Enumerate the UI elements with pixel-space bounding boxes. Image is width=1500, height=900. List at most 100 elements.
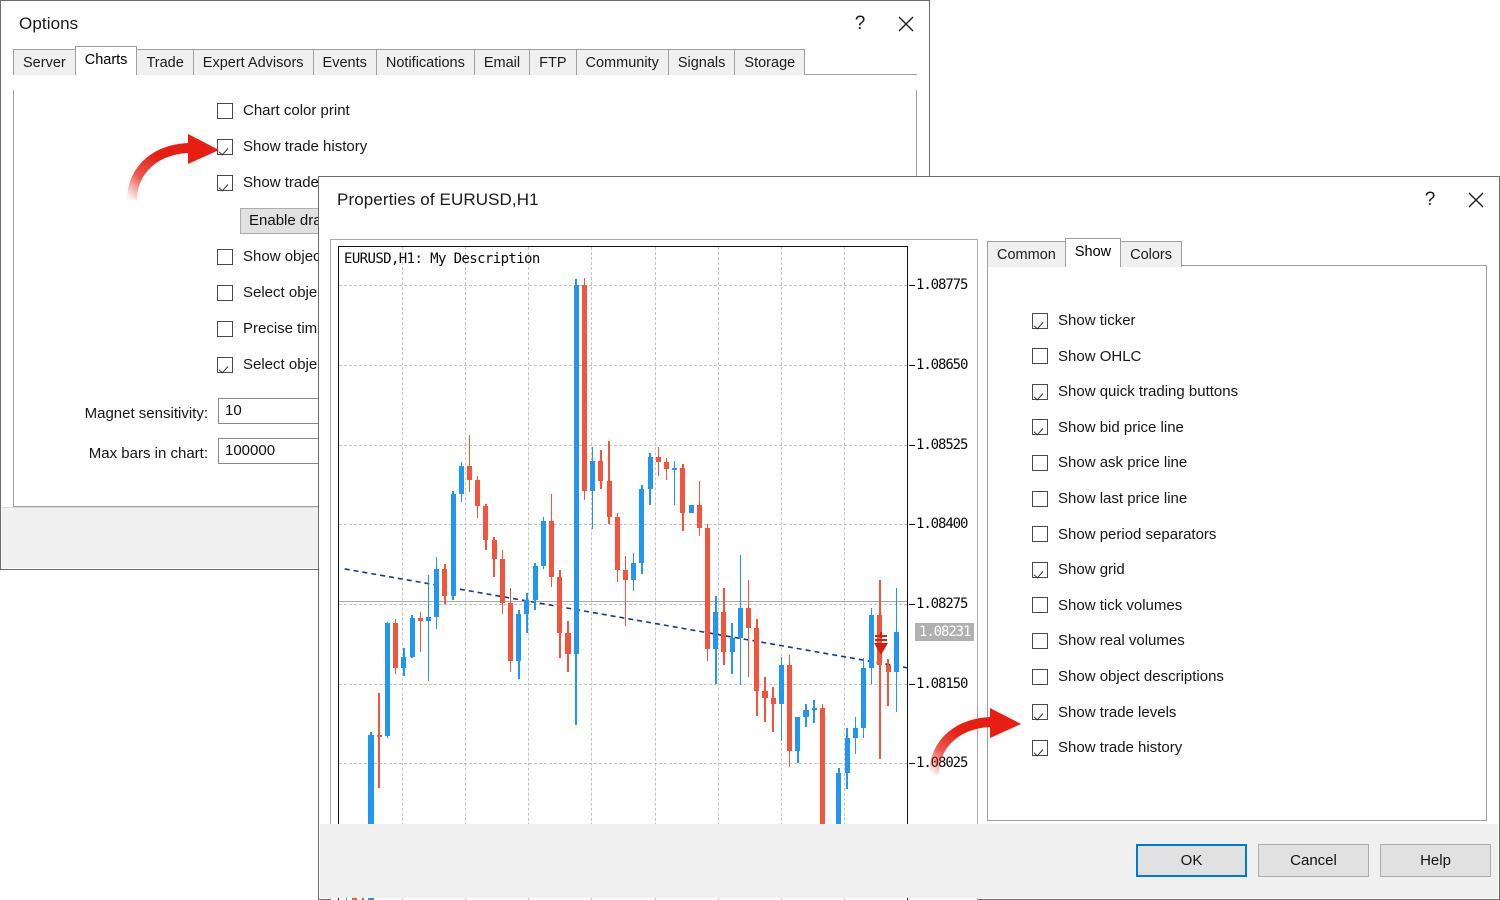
checkbox-label: Show quick trading buttons: [1058, 383, 1238, 400]
tab-label: Storage: [744, 55, 795, 71]
candle-body: [886, 665, 891, 673]
tab-label: Show: [1075, 244, 1111, 260]
tab-label: Colors: [1130, 247, 1172, 263]
checkbox-box[interactable]: [1032, 740, 1048, 756]
checkbox-label: Show ticker: [1058, 312, 1136, 329]
checkbox-box[interactable]: [217, 357, 233, 373]
checkbox-box[interactable]: [1032, 419, 1048, 435]
tab-storage[interactable]: Storage: [734, 49, 805, 75]
candle-body: [549, 521, 554, 576]
options-titlebar: Options ?: [1, 1, 929, 47]
checkbox-show-tick-volumes[interactable]: Show tick volumes: [1032, 597, 1182, 614]
checkbox-box[interactable]: [217, 321, 233, 337]
checkbox-show-real-volumes[interactable]: Show real volumes: [1032, 632, 1185, 649]
options-tabstrip[interactable]: ServerChartsTradeExpert Advisors Events No…: [1, 47, 929, 75]
checkbox-box[interactable]: [1032, 455, 1048, 471]
candle-wick: [879, 580, 881, 759]
tab-server[interactable]: Server: [13, 49, 76, 75]
checkbox-show-ohlc[interactable]: Show OHLC: [1032, 348, 1141, 365]
tab-show[interactable]: Show: [1065, 238, 1121, 267]
checkbox-box[interactable]: [1032, 597, 1048, 613]
candle-wick: [772, 687, 774, 732]
candle-body: [705, 528, 710, 649]
properties-dialog: Properties of EURUSD,H1 ? EURUSD,H1: My …: [318, 176, 1500, 900]
checkbox-show-bid-price-line[interactable]: Show bid price line: [1032, 419, 1184, 436]
candle-body: [664, 462, 669, 470]
help-icon[interactable]: ?: [837, 2, 883, 46]
tab-community[interactable]: Community: [576, 49, 669, 75]
checkbox-box[interactable]: [1032, 669, 1048, 685]
checkbox-show-last-price-line[interactable]: Show last price line: [1032, 490, 1187, 507]
checkbox-show-grid[interactable]: Show grid: [1032, 561, 1125, 578]
checkbox-show-trade-history[interactable]: Show trade history: [217, 138, 367, 155]
candle-body: [541, 521, 546, 566]
checkbox-label: Show trade history: [243, 138, 367, 155]
candle-body: [771, 698, 776, 704]
checkbox-box[interactable]: [1032, 348, 1048, 364]
checkbox-show-trade-levels[interactable]: Show trade levels: [1032, 704, 1176, 721]
help-icon[interactable]: ?: [1407, 178, 1453, 222]
chart-plot-area[interactable]: EURUSD,H1: My Description: [338, 246, 908, 900]
price-axis-label: 1.08525: [916, 437, 967, 453]
checkbox-label: Show trade history: [1058, 739, 1182, 756]
candle-body: [779, 665, 784, 705]
checkbox-box[interactable]: [217, 175, 233, 191]
tab-expert-advisors[interactable]: Expert Advisors: [193, 49, 314, 75]
checkbox-show-object-descriptions[interactable]: Show object descriptions: [1032, 668, 1224, 685]
checkbox-box[interactable]: [1032, 562, 1048, 578]
tab-colors[interactable]: Colors: [1120, 241, 1182, 267]
tab-events[interactable]: Events: [313, 49, 377, 75]
help-button[interactable]: Help: [1380, 844, 1491, 877]
price-axis-label: 1.08400: [916, 516, 967, 532]
checkbox-box[interactable]: [1032, 313, 1048, 329]
tab-notifications[interactable]: Notifications: [376, 49, 475, 75]
candle-body: [565, 633, 570, 655]
candle-body: [475, 480, 480, 507]
cancel-button[interactable]: Cancel: [1258, 844, 1369, 877]
checkbox-box[interactable]: [1032, 526, 1048, 542]
checkbox-box[interactable]: [1032, 704, 1048, 720]
close-icon[interactable]: [883, 2, 929, 46]
checkbox-box[interactable]: [1032, 633, 1048, 649]
checkbox-box[interactable]: [217, 249, 233, 265]
candle-body: [590, 461, 595, 492]
checkbox-box[interactable]: [217, 103, 233, 119]
checkbox-box[interactable]: [217, 139, 233, 155]
candle-body: [393, 623, 398, 668]
checkbox-show-quick-trading-buttons[interactable]: Show quick trading buttons: [1032, 383, 1238, 400]
tab-charts[interactable]: Charts: [75, 46, 138, 75]
checkbox-box[interactable]: [217, 285, 233, 301]
tab-trade[interactable]: Trade: [136, 49, 193, 75]
ok-button[interactable]: OK: [1136, 844, 1247, 877]
checkbox-show-ask-price-line[interactable]: Show ask price line: [1032, 454, 1187, 471]
price-axis-tick: [909, 365, 915, 366]
checkbox-box[interactable]: [1032, 384, 1048, 400]
candle-body: [533, 566, 538, 600]
candle-body: [656, 457, 661, 461]
checkbox-label: Show tick volumes: [1058, 597, 1182, 614]
checkbox-show-ticker[interactable]: Show ticker: [1032, 312, 1136, 329]
tab-ftp[interactable]: FTP: [529, 49, 576, 75]
price-axis-label: 1.08650: [916, 357, 967, 373]
candle-body: [467, 466, 472, 480]
close-icon[interactable]: [1453, 178, 1499, 222]
checkbox-box[interactable]: [1032, 491, 1048, 507]
price-axis-label: 1.08025: [916, 755, 967, 771]
tab-label: Events: [323, 55, 367, 71]
candle-body: [582, 285, 587, 491]
tab-common[interactable]: Common: [987, 241, 1066, 267]
properties-titlebar: Properties of EURUSD,H1 ?: [319, 177, 1499, 223]
checkbox-chart-color-print[interactable]: Chart color print: [217, 102, 350, 119]
candle-body: [648, 457, 653, 489]
checkbox-show-period-separators[interactable]: Show period separators: [1032, 526, 1216, 543]
properties-tabstrip[interactable]: Common Show Colors: [987, 239, 1487, 267]
candle-body: [492, 540, 497, 558]
properties-footer: OK Cancel Help: [320, 824, 1498, 898]
checkbox-label: Show period separators: [1058, 526, 1216, 543]
tab-label: Signals: [678, 55, 726, 71]
candle-body: [689, 505, 694, 513]
tab-email[interactable]: Email: [474, 49, 530, 75]
candle-body: [803, 710, 808, 716]
tab-signals[interactable]: Signals: [668, 49, 736, 75]
checkbox-show-trade-history[interactable]: Show trade history: [1032, 739, 1182, 756]
